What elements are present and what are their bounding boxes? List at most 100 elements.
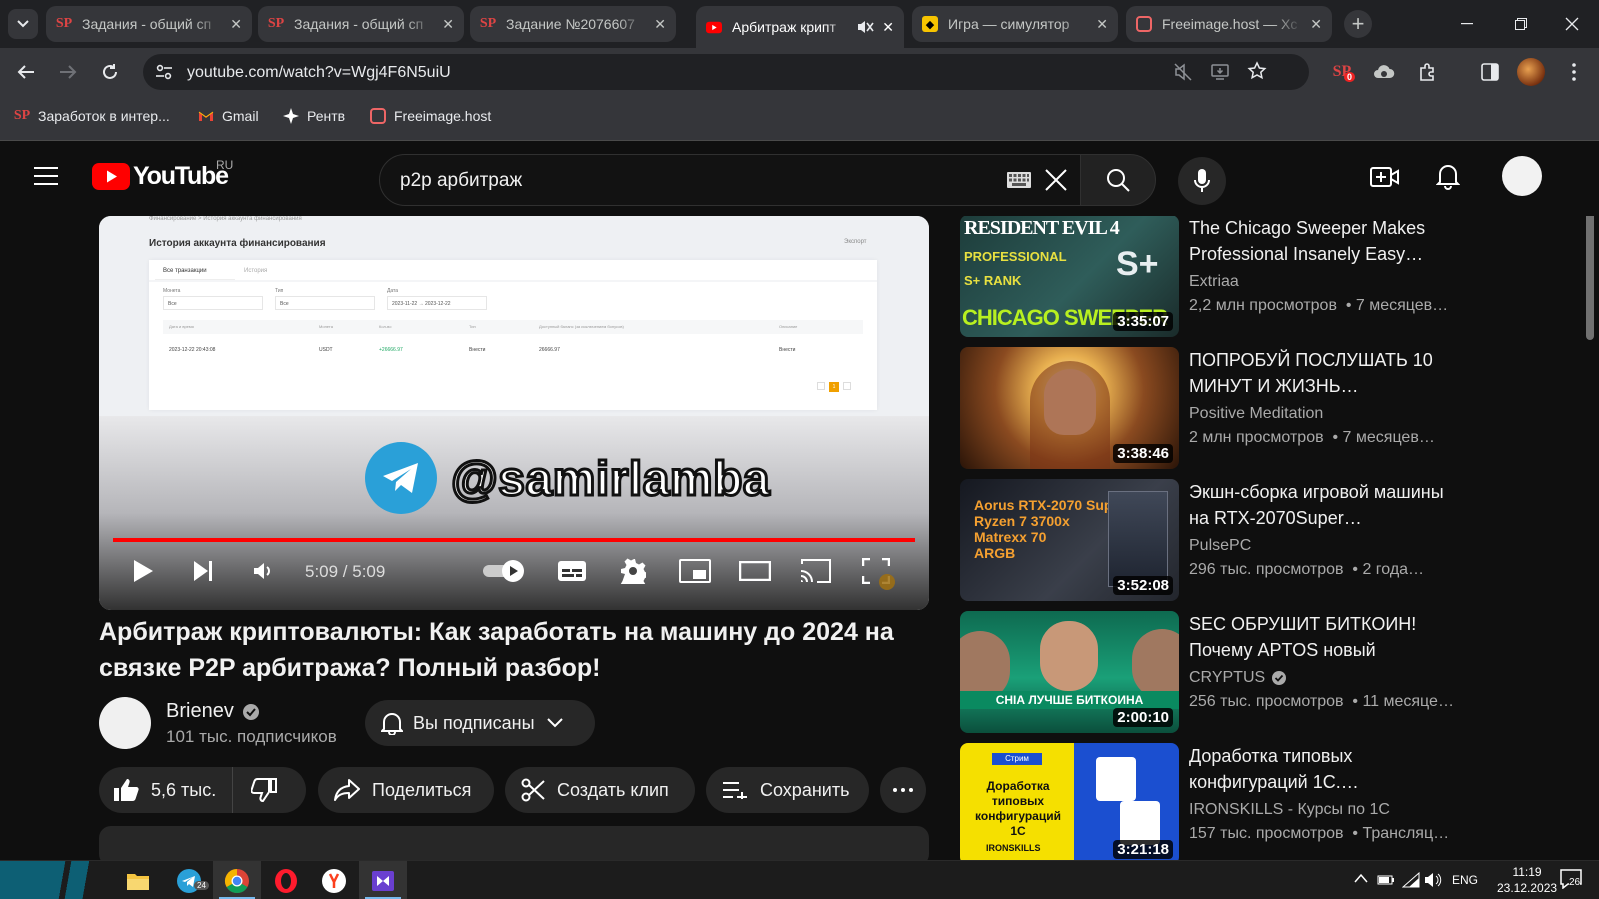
miniplayer-button[interactable] bbox=[679, 556, 711, 586]
close-icon[interactable]: ✕ bbox=[1310, 16, 1322, 33]
minimize-button[interactable] bbox=[1440, 0, 1494, 48]
channel-name-row[interactable]: Brienev bbox=[166, 700, 260, 723]
wifi-icon[interactable] bbox=[1402, 872, 1420, 888]
recommended-video[interactable]: СНІА ЛУЧШЕ БИТКОИНА 2:00:10 SEC ОБРУШИТ … bbox=[960, 611, 1454, 733]
extensions-puzzle-icon[interactable] bbox=[1416, 60, 1440, 84]
channel-watermark-icon[interactable] bbox=[879, 574, 895, 590]
video-thumbnail[interactable]: Стрим Доработка типовых конфигураций 1С … bbox=[960, 743, 1179, 860]
keyboard-icon[interactable] bbox=[1007, 172, 1031, 188]
subtitles-icon bbox=[558, 561, 586, 581]
video-thumbnail[interactable]: Aorus RTX-2070 Super Ryzen 7 3700x Matre… bbox=[960, 479, 1179, 601]
close-icon[interactable]: ✕ bbox=[882, 19, 894, 36]
voice-search-button[interactable] bbox=[1178, 157, 1226, 205]
profile-avatar[interactable] bbox=[1517, 58, 1545, 86]
search-input[interactable]: p2p арбитраж bbox=[379, 154, 1081, 206]
restore-button[interactable] bbox=[1494, 0, 1548, 48]
cast-button[interactable] bbox=[799, 556, 831, 586]
autoplay-toggle[interactable] bbox=[481, 556, 527, 586]
next-button[interactable] bbox=[189, 556, 217, 586]
tab-search-button[interactable] bbox=[8, 9, 38, 39]
create-video-button[interactable] bbox=[1370, 165, 1400, 189]
upload-age: • 2 года… bbox=[1352, 561, 1425, 578]
share-button[interactable]: Поделиться bbox=[318, 767, 494, 813]
taskbar-opera[interactable] bbox=[262, 861, 310, 899]
back-button[interactable] bbox=[14, 60, 38, 84]
play-button[interactable] bbox=[129, 556, 157, 586]
forward-button[interactable] bbox=[56, 60, 80, 84]
progress-bar[interactable] bbox=[113, 538, 915, 542]
bookmark-item[interactable]: Gmail bbox=[198, 108, 259, 124]
side-panel-icon[interactable] bbox=[1478, 60, 1502, 84]
muted-speaker-icon[interactable] bbox=[856, 19, 874, 35]
clock[interactable]: 11:19 23.12.2023 bbox=[1497, 864, 1557, 896]
vpn-extension-icon[interactable] bbox=[1372, 60, 1396, 84]
recommended-video[interactable]: 3:38:46 ПОПРОБУЙ ПОСЛУШАТЬ 10 МИНУТ И ЖИ… bbox=[960, 347, 1435, 469]
volume-tray-icon[interactable] bbox=[1424, 872, 1442, 888]
taskbar-chrome[interactable] bbox=[213, 861, 261, 899]
settings-button[interactable] bbox=[619, 556, 647, 586]
subscribed-button[interactable]: Вы подписаны bbox=[365, 700, 595, 746]
search-button[interactable] bbox=[1080, 154, 1156, 206]
browser-tab[interactable]: SP Задания - общий сп ✕ bbox=[258, 6, 464, 42]
battery-icon[interactable] bbox=[1377, 872, 1395, 886]
video-player[interactable]: Финансирование > История аккаунта финанс… bbox=[99, 216, 929, 610]
browser-tab[interactable]: SP Задание №2076607 ✕ bbox=[470, 6, 676, 42]
browser-tab[interactable]: ◆ Игра — симулятор ✕ bbox=[912, 6, 1118, 42]
close-icon[interactable]: ✕ bbox=[1096, 16, 1108, 33]
notification-center-icon[interactable]: 26 bbox=[1560, 869, 1582, 889]
video-thumbnail[interactable]: СНІА ЛУЧШЕ БИТКОИНА 2:00:10 bbox=[960, 611, 1179, 733]
bookmark-item[interactable]: SP Заработок в интер... bbox=[14, 108, 170, 124]
video-filter-label: Монета bbox=[163, 288, 181, 294]
site-settings-icon[interactable] bbox=[155, 63, 173, 81]
tray-chevron-up-icon[interactable] bbox=[1354, 873, 1368, 883]
address-bar[interactable]: youtube.com/watch?v=Wgj4F6N5uiU bbox=[143, 54, 1309, 90]
description-box[interactable] bbox=[99, 826, 929, 860]
taskbar-file-explorer[interactable] bbox=[114, 861, 162, 899]
recommended-video[interactable]: Стрим Доработка типовых конфигураций 1С … bbox=[960, 743, 1449, 860]
close-icon[interactable]: ✕ bbox=[230, 16, 242, 33]
recommended-video[interactable]: RESIDENT EVIL 4 PROFESSIONAL S+ RANK S+ … bbox=[960, 215, 1448, 337]
sp-extension-icon[interactable]: SP 0 bbox=[1330, 60, 1356, 84]
language-indicator[interactable]: ENG bbox=[1452, 873, 1478, 887]
notification-badge: 0 bbox=[1344, 72, 1356, 82]
menu-icon[interactable] bbox=[34, 167, 58, 185]
close-icon[interactable]: ✕ bbox=[442, 16, 454, 33]
muted-site-icon[interactable] bbox=[1173, 62, 1193, 82]
taskbar-telegram[interactable]: 24 bbox=[165, 861, 213, 899]
subtitles-button[interactable] bbox=[557, 556, 587, 586]
new-tab-button[interactable]: + bbox=[1344, 10, 1372, 38]
dislike-button[interactable] bbox=[233, 767, 278, 813]
close-window-button[interactable] bbox=[1545, 0, 1599, 48]
taskbar-app[interactable] bbox=[359, 861, 407, 899]
browser-tab-active[interactable]: Арбитраж крипт ✕ bbox=[696, 6, 904, 48]
windows-taskbar: 24 ENG 11:19 23.12.2023 26 bbox=[0, 860, 1599, 899]
recommended-video[interactable]: Aorus RTX-2070 Super Ryzen 7 3700x Matre… bbox=[960, 479, 1444, 601]
bookmark-item[interactable]: Рентв bbox=[283, 108, 345, 124]
bell-icon bbox=[381, 711, 403, 735]
clear-search-icon[interactable] bbox=[1044, 168, 1068, 192]
start-area[interactable] bbox=[0, 861, 112, 899]
browser-tab[interactable]: Freeimage.host — Xc ✕ bbox=[1126, 6, 1332, 42]
reload-button[interactable] bbox=[98, 60, 122, 84]
browser-tab[interactable]: SP Задания - общий сп ✕ bbox=[46, 6, 252, 42]
bookmarks-bar: SP Заработок в интер... Gmail Рентв Free… bbox=[0, 96, 1599, 141]
theater-mode-button[interactable] bbox=[739, 556, 771, 586]
like-button[interactable]: 5,6 тыс. bbox=[99, 767, 234, 813]
install-app-icon[interactable] bbox=[1210, 62, 1230, 82]
create-clip-button[interactable]: Создать клип bbox=[505, 767, 695, 813]
account-avatar[interactable] bbox=[1502, 156, 1542, 196]
bookmark-item[interactable]: Freeimage.host bbox=[370, 108, 491, 124]
video-thumbnail[interactable]: RESIDENT EVIL 4 PROFESSIONAL S+ RANK S+ … bbox=[960, 215, 1179, 337]
youtube-logo[interactable]: YouTube RU bbox=[92, 158, 233, 191]
search-query: p2p арбитраж bbox=[400, 170, 523, 191]
notifications-button[interactable] bbox=[1436, 162, 1460, 190]
save-button[interactable]: Сохранить bbox=[706, 767, 869, 813]
video-thumbnail[interactable]: 3:38:46 bbox=[960, 347, 1179, 469]
star-icon[interactable] bbox=[1247, 61, 1267, 81]
more-actions-button[interactable] bbox=[880, 767, 926, 813]
volume-button[interactable] bbox=[249, 556, 277, 586]
close-icon[interactable]: ✕ bbox=[654, 16, 666, 33]
channel-avatar[interactable] bbox=[99, 697, 151, 749]
taskbar-yandex[interactable] bbox=[310, 861, 358, 899]
more-menu-icon[interactable] bbox=[1562, 60, 1586, 84]
